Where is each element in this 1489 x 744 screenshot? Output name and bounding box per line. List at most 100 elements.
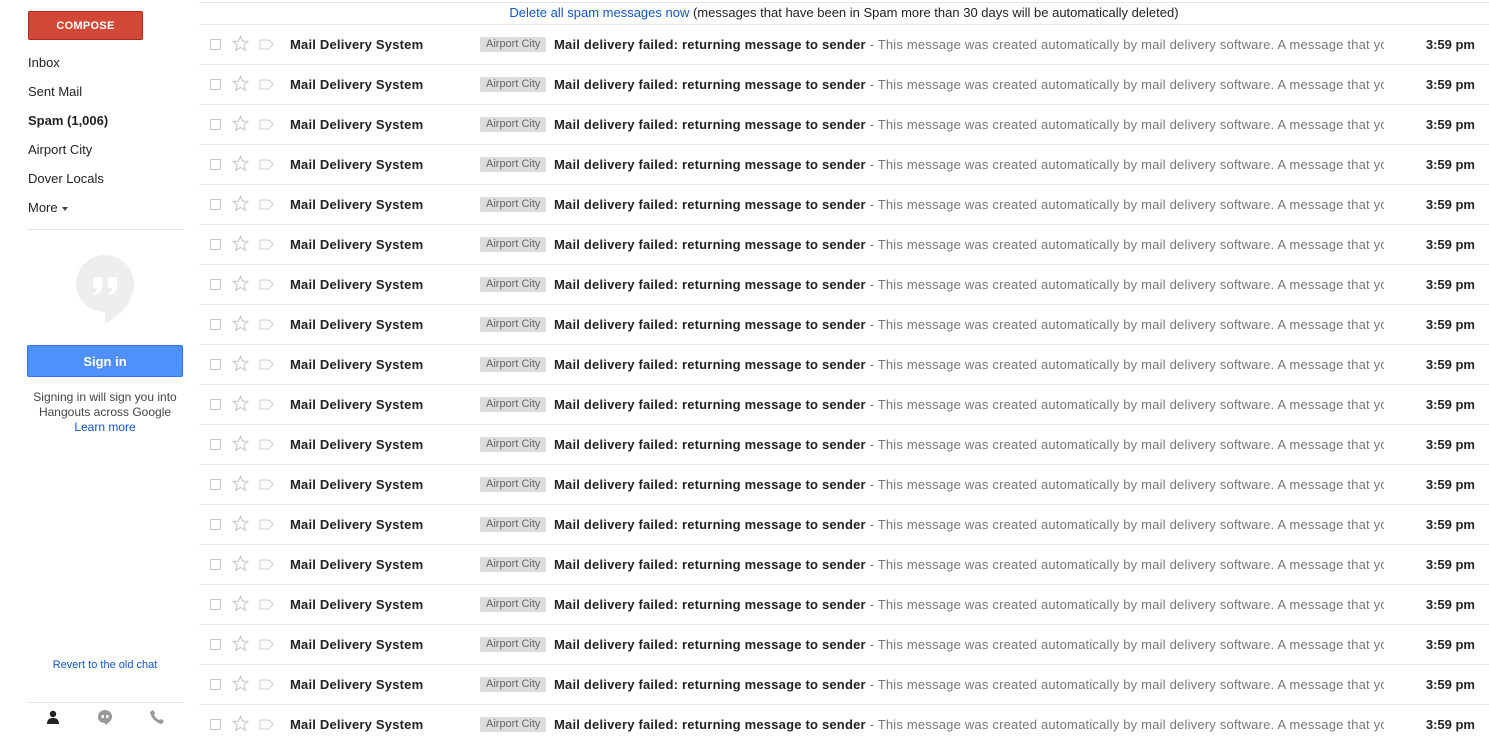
- importance-marker-icon[interactable]: [259, 119, 274, 130]
- row-checkbox[interactable]: [210, 439, 221, 450]
- row-checkbox[interactable]: [210, 279, 221, 290]
- row-label-chip[interactable]: Airport City: [480, 717, 547, 732]
- message-row[interactable]: Mail Delivery System Airport City Mail d…: [199, 384, 1489, 424]
- row-checkbox[interactable]: [210, 559, 221, 570]
- nav-item-dover-locals[interactable]: Dover Locals: [0, 168, 190, 197]
- row-checkbox[interactable]: [210, 479, 221, 490]
- message-row[interactable]: Mail Delivery System Airport City Mail d…: [199, 704, 1489, 744]
- message-row[interactable]: Mail Delivery System Airport City Mail d…: [199, 624, 1489, 664]
- message-row[interactable]: Mail Delivery System Airport City Mail d…: [199, 224, 1489, 264]
- row-checkbox[interactable]: [210, 39, 221, 50]
- message-row[interactable]: Mail Delivery System Airport City Mail d…: [199, 544, 1489, 584]
- revert-to-old-chat-link[interactable]: Revert to the old chat: [53, 659, 158, 671]
- star-icon[interactable]: [232, 595, 249, 612]
- row-label-chip[interactable]: Airport City: [480, 477, 547, 492]
- row-checkbox[interactable]: [210, 599, 221, 610]
- importance-marker-icon[interactable]: [259, 359, 274, 370]
- phone-tab[interactable]: [131, 703, 183, 728]
- star-icon[interactable]: [232, 435, 249, 452]
- importance-marker-icon[interactable]: [259, 319, 274, 330]
- message-row[interactable]: Mail Delivery System Airport City Mail d…: [199, 304, 1489, 344]
- hangouts-tab[interactable]: [79, 703, 131, 728]
- nav-item-sent-mail[interactable]: Sent Mail: [0, 81, 190, 110]
- row-label-chip[interactable]: Airport City: [480, 197, 547, 212]
- row-checkbox[interactable]: [210, 519, 221, 530]
- row-checkbox[interactable]: [210, 639, 221, 650]
- row-label-chip[interactable]: Airport City: [480, 77, 547, 92]
- row-label-chip[interactable]: Airport City: [480, 317, 547, 332]
- row-label-chip[interactable]: Airport City: [480, 557, 547, 572]
- row-label-chip[interactable]: Airport City: [480, 117, 547, 132]
- row-label-chip[interactable]: Airport City: [480, 677, 547, 692]
- compose-button[interactable]: COMPOSE: [28, 11, 143, 40]
- row-checkbox[interactable]: [210, 319, 221, 330]
- star-icon[interactable]: [232, 475, 249, 492]
- row-checkbox[interactable]: [210, 239, 221, 250]
- row-label-chip[interactable]: Airport City: [480, 357, 547, 372]
- importance-marker-icon[interactable]: [259, 599, 274, 610]
- hangouts-sign-in-button[interactable]: Sign in: [27, 345, 183, 377]
- importance-marker-icon[interactable]: [259, 719, 274, 730]
- row-label-chip[interactable]: Airport City: [480, 597, 547, 612]
- star-icon[interactable]: [232, 155, 249, 172]
- star-icon[interactable]: [232, 35, 249, 52]
- importance-marker-icon[interactable]: [259, 559, 274, 570]
- row-label-chip[interactable]: Airport City: [480, 277, 547, 292]
- row-checkbox[interactable]: [210, 119, 221, 130]
- contacts-tab[interactable]: [27, 703, 79, 728]
- row-checkbox[interactable]: [210, 679, 221, 690]
- importance-marker-icon[interactable]: [259, 439, 274, 450]
- importance-marker-icon[interactable]: [259, 679, 274, 690]
- star-icon[interactable]: [232, 115, 249, 132]
- message-row[interactable]: Mail Delivery System Airport City Mail d…: [199, 464, 1489, 504]
- importance-marker-icon[interactable]: [259, 519, 274, 530]
- learn-more-link[interactable]: Learn more: [74, 420, 135, 434]
- row-label-chip[interactable]: Airport City: [480, 397, 547, 412]
- message-row[interactable]: Mail Delivery System Airport City Mail d…: [199, 664, 1489, 704]
- row-label-chip[interactable]: Airport City: [480, 437, 547, 452]
- delete-all-spam-link[interactable]: Delete all spam messages now: [509, 5, 689, 20]
- nav-item-inbox[interactable]: Inbox: [0, 52, 190, 81]
- row-checkbox[interactable]: [210, 79, 221, 90]
- star-icon[interactable]: [232, 555, 249, 572]
- message-row[interactable]: Mail Delivery System Airport City Mail d…: [199, 344, 1489, 384]
- importance-marker-icon[interactable]: [259, 199, 274, 210]
- star-icon[interactable]: [232, 675, 249, 692]
- message-row[interactable]: Mail Delivery System Airport City Mail d…: [199, 64, 1489, 104]
- message-row[interactable]: Mail Delivery System Airport City Mail d…: [199, 264, 1489, 304]
- star-icon[interactable]: [232, 315, 249, 332]
- nav-item-airport-city[interactable]: Airport City: [0, 139, 190, 168]
- importance-marker-icon[interactable]: [259, 279, 274, 290]
- importance-marker-icon[interactable]: [259, 479, 274, 490]
- star-icon[interactable]: [232, 515, 249, 532]
- star-icon[interactable]: [232, 715, 249, 732]
- nav-item-more[interactable]: More: [0, 197, 190, 226]
- importance-marker-icon[interactable]: [259, 239, 274, 250]
- row-label-chip[interactable]: Airport City: [480, 237, 547, 252]
- star-icon[interactable]: [232, 235, 249, 252]
- message-row[interactable]: Mail Delivery System Airport City Mail d…: [199, 504, 1489, 544]
- row-checkbox[interactable]: [210, 159, 221, 170]
- importance-marker-icon[interactable]: [259, 639, 274, 650]
- row-checkbox[interactable]: [210, 719, 221, 730]
- importance-marker-icon[interactable]: [259, 159, 274, 170]
- importance-marker-icon[interactable]: [259, 399, 274, 410]
- star-icon[interactable]: [232, 275, 249, 292]
- star-icon[interactable]: [232, 195, 249, 212]
- importance-marker-icon[interactable]: [259, 79, 274, 90]
- star-icon[interactable]: [232, 75, 249, 92]
- row-checkbox[interactable]: [210, 199, 221, 210]
- message-row[interactable]: Mail Delivery System Airport City Mail d…: [199, 184, 1489, 224]
- row-label-chip[interactable]: Airport City: [480, 517, 547, 532]
- message-row[interactable]: Mail Delivery System Airport City Mail d…: [199, 104, 1489, 144]
- star-icon[interactable]: [232, 635, 249, 652]
- row-label-chip[interactable]: Airport City: [480, 157, 547, 172]
- message-row[interactable]: Mail Delivery System Airport City Mail d…: [199, 144, 1489, 184]
- importance-marker-icon[interactable]: [259, 39, 274, 50]
- message-row[interactable]: Mail Delivery System Airport City Mail d…: [199, 24, 1489, 64]
- nav-item-spam[interactable]: Spam (1,006): [0, 110, 190, 139]
- row-label-chip[interactable]: Airport City: [480, 637, 547, 652]
- star-icon[interactable]: [232, 395, 249, 412]
- row-label-chip[interactable]: Airport City: [480, 37, 547, 52]
- row-checkbox[interactable]: [210, 359, 221, 370]
